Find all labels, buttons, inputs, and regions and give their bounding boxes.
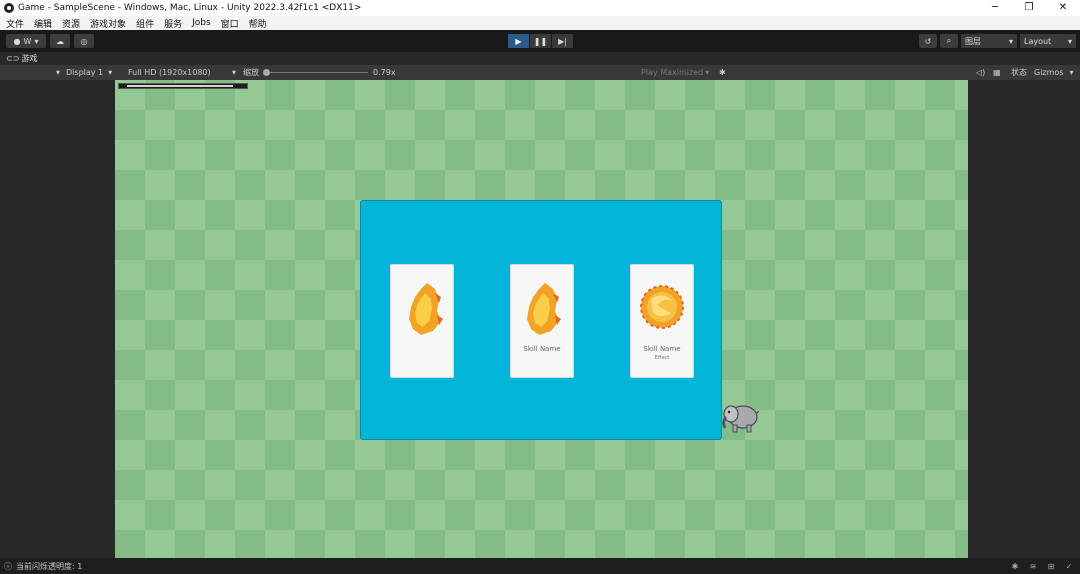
history-icon: ↺ <box>924 36 932 46</box>
pause-icon: ❚❚ <box>533 36 548 46</box>
game-view-toolbar: ▾ Display 1 ▾ Full HD (1920x1080) ▾ 缩放 0… <box>0 65 1080 80</box>
cloud-button[interactable]: ☁ <box>50 34 70 48</box>
display-label: Display 1 <box>66 68 104 77</box>
resolution-label: Full HD (1920x1080) <box>128 68 211 77</box>
keyboard-icon: ▦ <box>993 68 1001 77</box>
scale-value: 0.79x <box>373 68 396 77</box>
collab-button[interactable]: ◎ <box>74 34 94 48</box>
history-button[interactable]: ↺ <box>919 34 937 48</box>
scale-label: 缩放 <box>243 68 259 77</box>
menu-bar: 文件 编辑 资源 游戏对象 组件 服务 Jobs 窗口 帮助 <box>0 16 1080 30</box>
elephant-sprite <box>722 405 760 433</box>
search-button[interactable]: ⌕ <box>940 34 958 48</box>
account-button[interactable]: ● W ▾ <box>6 34 46 48</box>
window-titlebar: Game - SampleScene - Windows, Mac, Linux… <box>0 0 1080 16</box>
step-icon: ▶| <box>558 36 567 46</box>
resolution-dropdown[interactable]: Full HD (1920x1080) ▾ <box>128 65 236 80</box>
collab-icon: ◎ <box>80 36 88 46</box>
layers-label: 图层 <box>965 36 981 46</box>
layers-icon[interactable]: ≋ <box>1028 561 1038 571</box>
menu-assets[interactable]: 资源 <box>62 17 80 30</box>
menu-services[interactable]: 服务 <box>164 17 182 30</box>
stats-button[interactable]: 状态 <box>1011 65 1027 80</box>
play-mode-label: Play Maximized <box>641 68 704 77</box>
window-controls: ─ ❐ ✕ <box>978 0 1080 16</box>
scale-slider-track[interactable] <box>268 72 368 73</box>
skill-card-1[interactable] <box>390 264 454 378</box>
chevron-down-icon: ▾ <box>108 68 113 77</box>
bug-icon[interactable]: ✱ <box>719 65 726 80</box>
chevron-down-icon: ▾ <box>705 68 710 77</box>
mute-audio-button[interactable]: ◁) <box>976 65 985 80</box>
skill-selection-panel: Skill Name Skill Name Effect <box>360 200 722 440</box>
tab-game-label: 游戏 <box>21 54 38 63</box>
layout-dropdown[interactable]: Layout ▾ <box>1020 34 1076 48</box>
pause-button[interactable]: ❚❚ <box>530 34 551 48</box>
chevron-down-icon: ▾ <box>231 68 236 77</box>
fire-orb-skill-icon <box>640 285 684 329</box>
menu-help[interactable]: 帮助 <box>249 17 267 30</box>
gamepad-icon: ⊂⊃ <box>6 54 20 63</box>
chevron-down-icon: ▾ <box>1067 36 1072 46</box>
fire-skill-icon <box>409 283 443 335</box>
status-icons: ✱ ≋ ⊞ ✓ <box>1010 558 1074 574</box>
chevron-down-icon: ▾ <box>1008 36 1013 46</box>
gizmos-dropdown[interactable]: Gizmos ▾ <box>1034 65 1074 80</box>
search-icon: ⌕ <box>946 36 952 45</box>
status-bar: ⓘ 当前闪烁透明度: 1 ✱ ≋ ⊞ ✓ <box>0 558 1080 574</box>
skill-card-name: Skill Name <box>643 345 681 353</box>
gizmos-label: Gizmos <box>1034 68 1064 77</box>
layout-label: Layout <box>1024 36 1052 46</box>
scale-slider-handle[interactable] <box>263 69 270 76</box>
play-button[interactable]: ▶ <box>508 34 529 48</box>
menu-jobs[interactable]: Jobs <box>192 18 211 28</box>
account-label: W <box>23 36 32 46</box>
unity-logo-icon <box>4 3 14 13</box>
play-maximized-dropdown[interactable]: Play Maximized ▾ <box>641 65 709 80</box>
health-bar <box>118 83 248 89</box>
cache-server-icon[interactable]: ⊞ <box>1046 561 1056 571</box>
speaker-icon: ◁) <box>976 68 986 77</box>
chevron-down-icon: ▾ <box>34 36 39 46</box>
skill-card-3[interactable]: Skill Name Effect <box>630 264 694 378</box>
cloud-icon: ☁ <box>56 36 64 46</box>
window-title: Game - SampleScene - Windows, Mac, Linux… <box>18 3 362 13</box>
play-icon: ▶ <box>515 36 522 46</box>
close-button[interactable]: ✕ <box>1046 0 1080 16</box>
step-button[interactable]: ▶| <box>552 34 573 48</box>
chevron-down-icon: ▾ <box>56 68 61 77</box>
menu-edit[interactable]: 编辑 <box>34 17 52 30</box>
menu-gameobject[interactable]: 游戏对象 <box>90 17 126 30</box>
restore-button[interactable]: ❐ <box>1012 0 1046 16</box>
info-icon: ⓘ <box>4 561 12 571</box>
game-tab-bar: ⊂⊃ 游戏 <box>0 52 1080 65</box>
fire-skill-icon <box>527 283 561 335</box>
status-message: 当前闪烁透明度: 1 <box>16 561 83 571</box>
skill-card-name: Skill Name <box>523 345 561 353</box>
menu-component[interactable]: 组件 <box>136 17 154 30</box>
shortcuts-button[interactable]: ▦ <box>993 65 1001 80</box>
skill-card-2[interactable]: Skill Name <box>510 264 574 378</box>
health-bar-fill <box>127 85 233 87</box>
progress-check-icon[interactable]: ✓ <box>1064 561 1074 571</box>
tab-game[interactable]: ⊂⊃ 游戏 <box>0 53 37 64</box>
debug-icon[interactable]: ✱ <box>1010 561 1020 571</box>
menu-window[interactable]: 窗口 <box>221 17 239 30</box>
account-icon: ● <box>13 36 21 46</box>
layers-dropdown[interactable]: 图层 ▾ <box>961 34 1017 48</box>
game-viewport[interactable]: Skill Name Skill Name Effect <box>115 80 968 558</box>
skill-card-desc: Effect <box>654 355 670 361</box>
chevron-down-icon: ▾ <box>1069 68 1074 77</box>
playmode-controls: ▶ ❚❚ ▶| <box>508 34 573 48</box>
display-dropdown[interactable]: ▾ Display 1 ▾ <box>56 65 112 80</box>
menu-file[interactable]: 文件 <box>6 17 24 30</box>
toolbar-right: ↺ ⌕ 图层 ▾ Layout ▾ <box>919 34 1076 48</box>
minimize-button[interactable]: ─ <box>978 0 1012 16</box>
